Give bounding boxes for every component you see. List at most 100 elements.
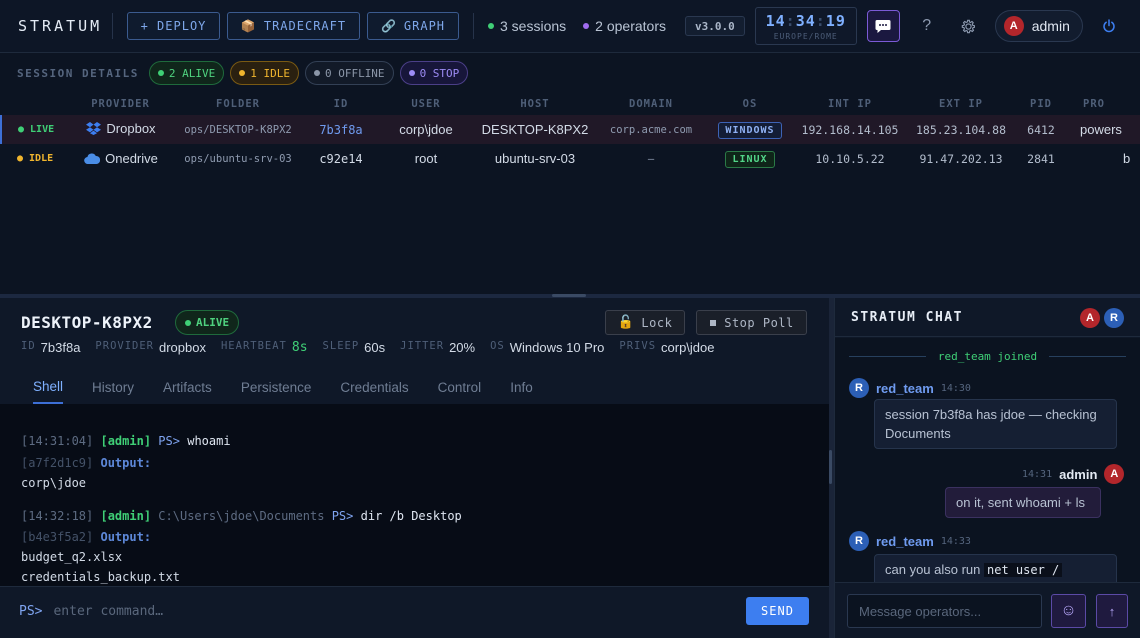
meta-key: PROVIDER: [95, 340, 154, 352]
pill-label: 0 OFFLINE: [324, 66, 385, 80]
chat-bubble-icon: [875, 19, 891, 33]
stop-filter[interactable]: 0 STOP: [399, 61, 469, 85]
grip-icon: [829, 450, 832, 484]
question-icon: ?: [922, 17, 932, 34]
dot-icon: [185, 319, 191, 326]
alive-filter[interactable]: 2 ALIVE: [148, 61, 225, 85]
col-header[interactable]: ID: [309, 93, 373, 115]
tab-shell[interactable]: Shell: [33, 370, 64, 404]
col-header[interactable]: USER: [373, 93, 479, 115]
offline-filter[interactable]: 0 OFFLINE: [304, 61, 394, 85]
host-cell: ubuntu-srv-03: [494, 151, 576, 166]
meta-value: 7b3f8a: [40, 340, 81, 355]
tradecraft-button[interactable]: 📦 TRADECRAFT: [227, 12, 360, 40]
chat-message-input[interactable]: Message operators...: [847, 594, 1042, 628]
tradecraft-label: TRADECRAFT: [263, 19, 347, 33]
tab-persistence[interactable]: Persistence: [241, 370, 312, 404]
meta-value: dropbox: [159, 340, 206, 355]
help-button[interactable]: ?: [912, 11, 942, 41]
arrow-up-icon: ↑: [1108, 603, 1116, 619]
deploy-button[interactable]: + DEPLOY: [127, 12, 220, 40]
col-header[interactable]: EXT IP: [911, 93, 1011, 115]
col-header[interactable]: PID: [1011, 93, 1071, 115]
stop-poll-label: Stop Poll: [724, 315, 794, 330]
user-cell: corp\jdoe: [373, 115, 479, 144]
chat-panel: STRATUM CHAT A R red_team joined R red_t…: [834, 298, 1140, 638]
divider: [473, 13, 474, 39]
col-header[interactable]: OS: [711, 93, 789, 115]
idle-filter[interactable]: 1 IDLE: [230, 61, 299, 85]
dot-icon: [157, 70, 164, 76]
user-menu[interactable]: A admin: [994, 10, 1083, 42]
col-header[interactable]: HOST: [479, 93, 591, 115]
tab-credentials[interactable]: Credentials: [340, 370, 408, 404]
avatar: R: [1104, 308, 1124, 328]
detail-hostname: DESKTOP-K8PX2: [21, 313, 153, 332]
chat-toggle-button[interactable]: [866, 10, 900, 42]
onedrive-icon: [84, 153, 101, 164]
domain-cell: —: [647, 152, 655, 165]
col-header[interactable]: FOLDER: [167, 93, 309, 115]
terminal-line: credentials_backup.txt: [21, 570, 180, 584]
process-cell: powers: [1071, 115, 1140, 144]
sessions-label: 3 sessions: [500, 18, 567, 34]
col-header[interactable]: PRO: [1071, 93, 1140, 115]
col-header[interactable]: DOMAIN: [591, 93, 711, 115]
app-logo: STRATUM: [18, 17, 103, 35]
chat-messages[interactable]: red_team joined R red_team 14:30 session…: [835, 338, 1140, 582]
link-icon: 🔗: [380, 19, 397, 33]
provider-name: Onedrive: [105, 150, 158, 166]
tab-history[interactable]: History: [92, 370, 134, 404]
table-row[interactable]: ● LIVE Dropbox ops/DESKTOP-K8PX2 7b3f8a …: [0, 115, 1140, 144]
avatar: A: [1080, 308, 1100, 328]
col-header[interactable]: PROVIDER: [75, 93, 167, 115]
provider-cell: Dropbox: [75, 115, 167, 144]
emoji-button[interactable]: ☺: [1051, 594, 1086, 628]
int-ip-cell: 10.10.5.22: [815, 151, 885, 166]
lock-label: Lock: [641, 315, 673, 330]
tab-control[interactable]: Control: [438, 370, 482, 404]
graph-button[interactable]: 🔗 GRAPH: [367, 12, 459, 40]
gear-icon: [961, 19, 976, 33]
os-cell: LINUX: [711, 144, 789, 173]
green-dot-icon: [488, 23, 494, 29]
top-bar: STRATUM + DEPLOY 📦 TRADECRAFT 🔗 GRAPH 3 …: [0, 0, 1140, 53]
tab-artifacts[interactable]: Artifacts: [163, 370, 212, 404]
terminal-line: [b4e3f5a2] Output:: [21, 530, 152, 544]
session-id-link[interactable]: c92e14: [309, 144, 373, 173]
tab-info[interactable]: Info: [510, 370, 533, 404]
session-meta: ID 7b3f8a PROVIDER dropbox HEARTBEAT 8s SLE…: [21, 340, 730, 355]
avatar: R: [849, 531, 869, 551]
message-bubble: on it, sent whoami + ls: [945, 487, 1101, 518]
grip-icon: [552, 294, 586, 297]
meta-key: SLEEP: [322, 340, 360, 352]
stop-icon: [710, 319, 717, 326]
message-time: 14:31: [1022, 468, 1053, 480]
command-prompt: PS>: [19, 604, 43, 619]
dot-icon: [313, 70, 320, 76]
dot-icon: [239, 70, 246, 76]
session-id-link[interactable]: 7b3f8a: [309, 115, 373, 144]
send-message-button[interactable]: ↑: [1096, 594, 1128, 628]
settings-button[interactable]: [954, 11, 984, 41]
lock-button[interactable]: 🔓 Lock: [605, 310, 685, 335]
message-header: R red_team 14:33: [849, 531, 971, 551]
session-header: SESSION DETAILS 2 ALIVE 1 IDLE 0 OFFLINE…: [0, 53, 1140, 93]
meta-value: corp\jdoe: [661, 340, 715, 355]
table-row[interactable]: ● IDLE Onedrive ops/ubuntu-srv-03 c92e14…: [1, 144, 1140, 173]
sender-name: red_team: [876, 380, 934, 396]
send-command-button[interactable]: SEND: [746, 597, 809, 625]
meta-key: ID: [21, 340, 36, 352]
terminal-output[interactable]: [14:31:04] [admin] PS> whoami [a7f2d1c9]…: [0, 404, 829, 586]
os-badge: WINDOWS: [718, 121, 782, 139]
col-header[interactable]: INT IP: [789, 93, 911, 115]
user-name: admin: [1031, 18, 1070, 34]
stop-poll-button[interactable]: Stop Poll: [696, 310, 807, 335]
logout-button[interactable]: [1094, 11, 1124, 41]
message-header: R red_team 14:30: [849, 378, 971, 398]
detail-tabs: Shell History Artifacts Persistence Cred…: [0, 370, 829, 404]
status-cell: ● LIVE: [0, 115, 75, 144]
divider: [112, 13, 113, 39]
command-input[interactable]: enter command…: [53, 604, 163, 619]
version-badge: v3.0.0: [684, 16, 745, 36]
